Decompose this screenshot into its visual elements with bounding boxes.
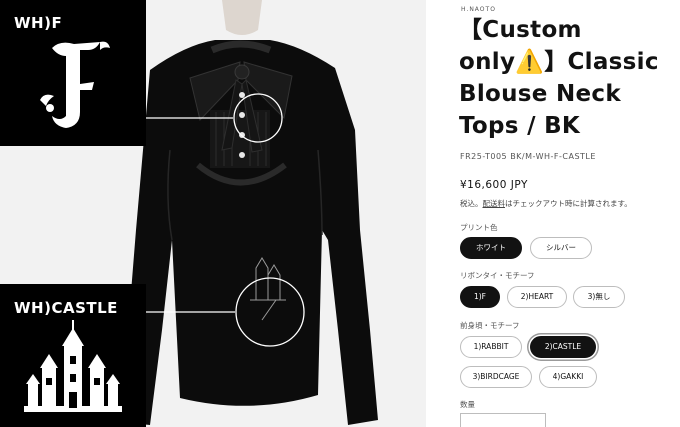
- option-ribbon-heart[interactable]: 2)HEART: [507, 286, 567, 308]
- quantity-stepper[interactable]: [460, 413, 546, 427]
- castle-icon: [24, 320, 122, 412]
- option-label-front-motif: 前身頃・モチーフ: [460, 321, 520, 330]
- tax-note-prefix: 税込。: [460, 199, 483, 208]
- tax-note: 税込。配送料はチェックアウト時に計算されます。: [460, 198, 632, 209]
- product-photo[interactable]: WH)F WH)CASTLE: [0, 0, 426, 427]
- option-ribbon-f[interactable]: 1)F: [460, 286, 500, 308]
- tax-note-suffix: はチェックアウト時に計算されます。: [505, 199, 632, 208]
- option-front-gakki[interactable]: 4)GAKKI: [539, 366, 597, 388]
- option-front-birdcage[interactable]: 3)BIRDCAGE: [460, 366, 532, 388]
- option-label-print-color: プリント色: [460, 223, 498, 232]
- fraktur-f-icon: [40, 41, 110, 128]
- product-title: 【Custom only⚠️】Classic Blouse Neck Tops …: [459, 17, 659, 139]
- option-print-color-white[interactable]: ホワイト: [460, 237, 522, 259]
- option-print-color-silver[interactable]: シルバー: [530, 237, 592, 259]
- product-info-panel: H.NAOTO 【Custom only⚠️】Classic Blouse Ne…: [447, 0, 680, 427]
- shipping-link[interactable]: 配送料: [483, 199, 506, 208]
- product-price: ¥16,600 JPY: [460, 179, 528, 191]
- detail-inset-monogram: WH)F: [0, 0, 146, 146]
- option-ribbon-none[interactable]: 3)無し: [573, 286, 625, 308]
- detail-inset-castle: WH)CASTLE: [0, 284, 146, 427]
- option-front-rabbit[interactable]: 1)RABBIT: [460, 336, 522, 358]
- product-sku: FR25-T005 BK/M-WH-F-CASTLE: [460, 152, 596, 161]
- option-label-quantity: 数量: [460, 400, 475, 409]
- vendor-name: H.NAOTO: [461, 6, 496, 13]
- option-front-castle[interactable]: 2)CASTLE: [530, 336, 596, 358]
- option-label-ribbon-motif: リボンタイ・モチーフ: [460, 271, 535, 280]
